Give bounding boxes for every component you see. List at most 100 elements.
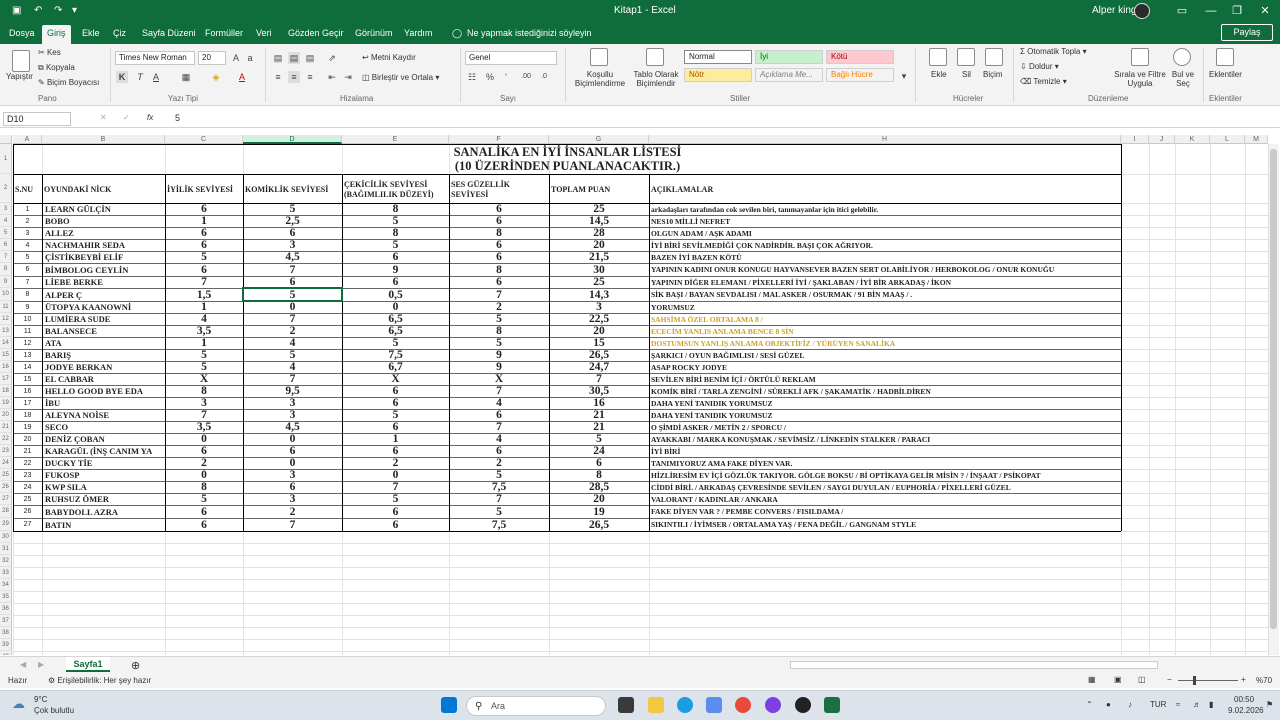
row-number-cell[interactable]: 4 <box>14 239 41 251</box>
description-cell[interactable]: ŞARKICI / OYUN BAĞIMLISI / SESİ GÜZEL <box>650 349 1120 361</box>
task-view-icon[interactable] <box>618 697 634 713</box>
comedy-cell[interactable]: 3 <box>244 397 341 409</box>
voice-cell[interactable]: 6 <box>450 239 548 251</box>
voice-cell[interactable]: 5 <box>450 469 548 481</box>
description-cell[interactable]: ASAP ROCKY JODYE <box>650 361 1120 373</box>
page-break-icon[interactable]: ◫ <box>1138 675 1146 684</box>
nick-cell[interactable]: İBU <box>43 397 164 409</box>
comedy-cell[interactable]: 6 <box>244 445 341 457</box>
row-header[interactable]: 34 <box>0 579 12 591</box>
kindness-cell[interactable]: 2 <box>166 457 242 469</box>
total-cell[interactable]: 14,5 <box>550 215 648 227</box>
nick-cell[interactable]: BOBO <box>43 215 164 227</box>
chrome-icon[interactable] <box>735 697 751 713</box>
weather-icon[interactable]: ☁ <box>12 696 25 712</box>
row-number-cell[interactable]: 1 <box>14 203 41 215</box>
comma-style-icon[interactable]: ‘ <box>500 71 512 83</box>
comedy-cell[interactable]: 4 <box>244 337 341 349</box>
row-number-cell[interactable]: 11 <box>14 325 41 337</box>
voice-cell[interactable]: 6 <box>450 203 548 215</box>
tab-gozden-gecir[interactable]: Gözden Geçir <box>283 25 349 44</box>
normal-view-icon[interactable]: ▦ <box>1088 675 1096 684</box>
row-header[interactable]: 5 <box>0 227 12 239</box>
attraction-cell[interactable]: 6,5 <box>343 325 448 337</box>
cut-button[interactable]: ✂ Kes <box>38 48 61 57</box>
column-header[interactable]: J <box>1149 135 1175 144</box>
description-cell[interactable]: KOMİK BİRİ / TARLA ZENGİNİ / SÜREKLİ AFK… <box>650 385 1120 397</box>
row-number-cell[interactable]: 20 <box>14 433 41 445</box>
nick-cell[interactable]: ALEYNA NOİSE <box>43 409 164 421</box>
clock-date[interactable]: 9.02.2026 <box>1228 706 1264 715</box>
row-header[interactable]: 30 <box>0 531 12 543</box>
sheet-tab-sayfa1[interactable]: Sayfa1 <box>66 657 110 672</box>
column-header[interactable]: I <box>1121 135 1149 144</box>
row-number-cell[interactable]: 27 <box>14 518 41 531</box>
total-cell[interactable]: 28 <box>550 227 648 239</box>
description-cell[interactable]: NES10 MİLLİ NEFRET <box>650 215 1120 227</box>
underline-icon[interactable]: A <box>150 71 162 83</box>
language-indicator[interactable]: TUR <box>1150 700 1166 709</box>
description-cell[interactable]: DAHA YENİ TANIDIK YORUMSUZ <box>650 397 1120 409</box>
kindness-cell[interactable]: 6 <box>166 518 242 531</box>
notifications-icon[interactable]: ⚑ <box>1266 700 1273 709</box>
row-number-cell[interactable]: 13 <box>14 349 41 361</box>
nick-cell[interactable]: RUHSUZ ÖMER <box>43 493 164 505</box>
row-header[interactable]: 15 <box>0 349 12 361</box>
italic-icon[interactable]: T <box>134 71 146 83</box>
format-as-table-icon[interactable] <box>646 48 664 66</box>
voice-cell[interactable]: 7 <box>450 288 548 301</box>
nick-cell[interactable]: ATA <box>43 337 164 349</box>
fill-color-icon[interactable]: ◈ <box>210 71 222 83</box>
comedy-cell[interactable]: 0 <box>244 301 341 313</box>
comedy-cell[interactable]: 3 <box>244 493 341 505</box>
total-cell[interactable]: 24,7 <box>550 361 648 373</box>
merge-center-button[interactable]: ◫ Birleştir ve Ortala ▾ <box>362 73 439 82</box>
kindness-cell[interactable]: 1 <box>166 215 242 227</box>
attraction-cell[interactable]: 6 <box>343 421 448 433</box>
kindness-cell[interactable]: 1,5 <box>166 288 242 301</box>
row-header[interactable]: 22 <box>0 433 12 445</box>
taskbar-search[interactable]: ⚲ Ara <box>466 696 606 716</box>
row-number-cell[interactable]: 26 <box>14 505 41 518</box>
align-left-icon[interactable]: ≡ <box>272 71 284 83</box>
kindness-cell[interactable]: 6 <box>166 263 242 276</box>
find-select-button[interactable]: Bul ve Seç <box>1169 70 1197 88</box>
zoom-slider[interactable] <box>1178 680 1238 681</box>
wrap-text-button[interactable]: ↩ Metni Kaydır <box>362 53 416 62</box>
nick-cell[interactable]: EL CABBAR <box>43 373 164 385</box>
attraction-cell[interactable]: 7,5 <box>343 349 448 361</box>
attraction-cell[interactable]: 6 <box>343 505 448 518</box>
row-header[interactable]: 37 <box>0 615 12 627</box>
description-cell[interactable]: TANIMIYORUZ AMA FAKE DİYEN VAR. <box>650 457 1120 469</box>
delete-cells-button[interactable]: Sil <box>962 70 971 79</box>
microphone-icon[interactable]: ♪ <box>1128 700 1132 709</box>
total-cell[interactable]: 30 <box>550 263 648 276</box>
voice-cell[interactable]: 6 <box>450 251 548 263</box>
formula-input[interactable]: 5 <box>175 113 180 123</box>
voice-cell[interactable]: 6 <box>450 215 548 227</box>
total-cell[interactable]: 26,5 <box>550 349 648 361</box>
row-header[interactable]: 2 <box>0 174 12 203</box>
voice-cell[interactable]: 2 <box>450 301 548 313</box>
comedy-cell[interactable]: 5 <box>244 203 341 215</box>
comedy-cell[interactable]: 2,5 <box>244 215 341 227</box>
row-header[interactable]: 17 <box>0 373 12 385</box>
total-cell[interactable]: 25 <box>550 276 648 288</box>
copilot-icon[interactable] <box>706 697 722 713</box>
attraction-cell[interactable]: X <box>343 373 448 385</box>
attraction-cell[interactable]: 5 <box>343 409 448 421</box>
tab-ciz[interactable]: Çiz <box>108 25 131 44</box>
voice-cell[interactable]: 5 <box>450 505 548 518</box>
kindness-cell[interactable]: 7 <box>166 409 242 421</box>
total-cell[interactable]: 25 <box>550 203 648 215</box>
row-header[interactable]: 29 <box>0 518 12 531</box>
attraction-cell[interactable]: 5 <box>343 493 448 505</box>
kindness-cell[interactable]: 5 <box>166 251 242 263</box>
volume-icon[interactable]: ♬ <box>1193 700 1201 709</box>
row-header[interactable]: 36 <box>0 603 12 615</box>
row-number-cell[interactable]: 5 <box>14 251 41 263</box>
nick-cell[interactable]: BATIN <box>43 518 164 531</box>
row-header[interactable]: 10 <box>0 288 12 301</box>
align-right-icon[interactable]: ≡ <box>304 71 316 83</box>
voice-cell[interactable]: 9 <box>450 349 548 361</box>
